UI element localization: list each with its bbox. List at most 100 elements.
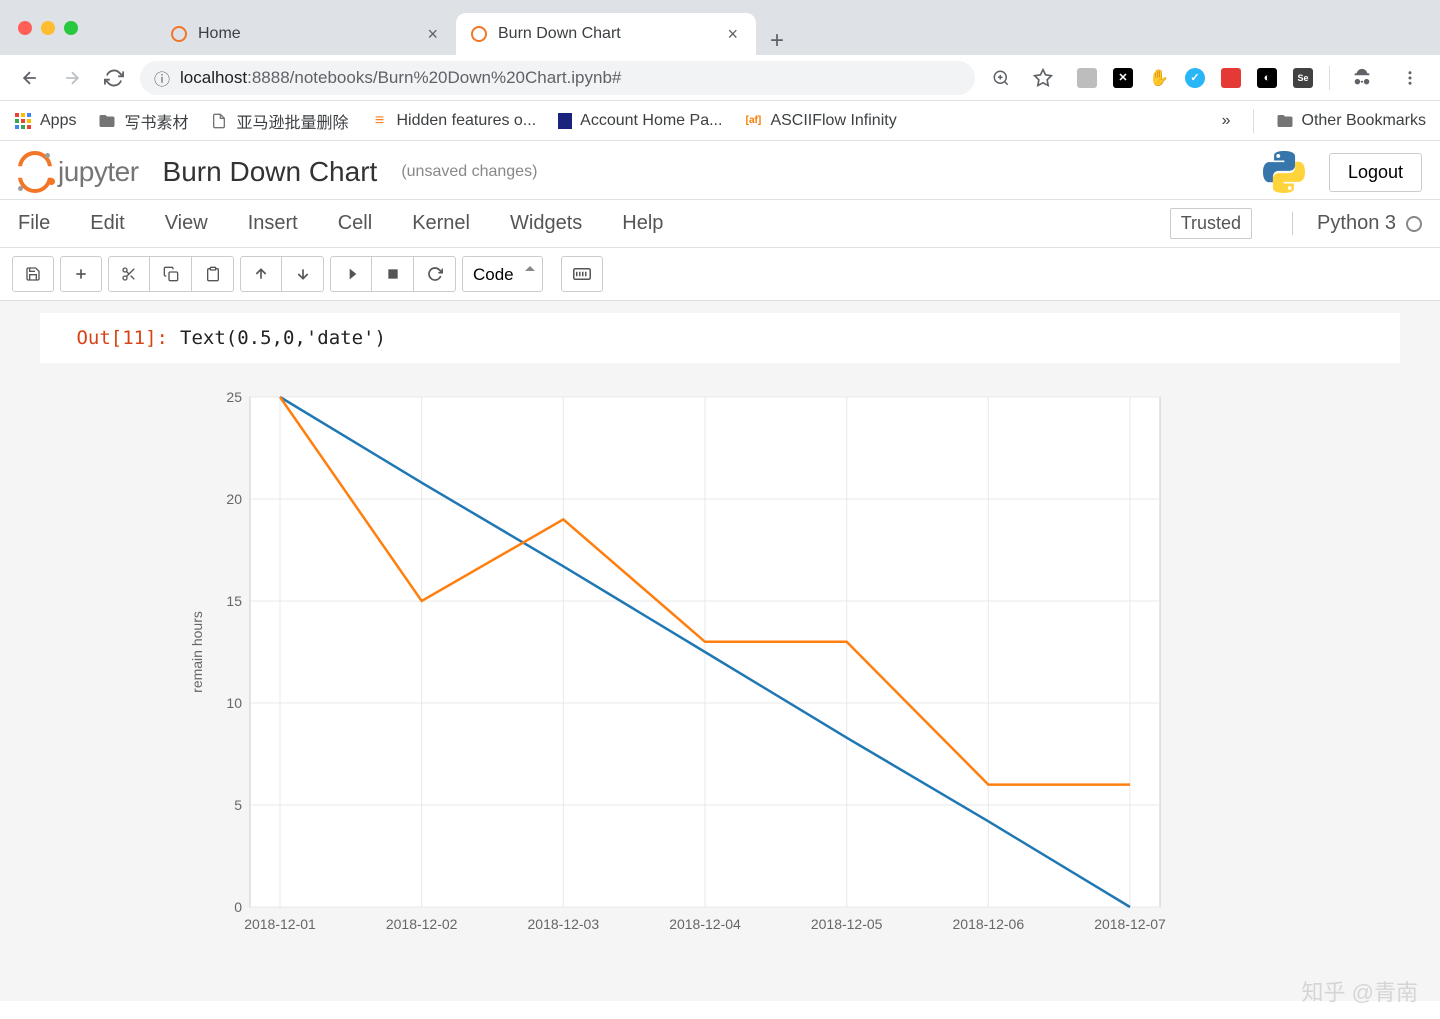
save-button[interactable] <box>12 256 54 292</box>
notebook-title[interactable]: Burn Down Chart <box>163 156 378 188</box>
jupyter-logo-text: jupyter <box>58 156 139 188</box>
extension-icon[interactable]: ✓ <box>1185 68 1205 88</box>
command-palette-button[interactable] <box>561 256 603 292</box>
extension-icon[interactable]: ✕ <box>1113 68 1133 88</box>
svg-text:2018-12-03: 2018-12-03 <box>528 916 600 932</box>
zoom-icon[interactable] <box>985 62 1017 94</box>
extension-icon[interactable]: Se <box>1293 68 1313 88</box>
output-cell[interactable]: Out[11]: Text(0.5,0,'date') <box>40 313 1400 363</box>
new-tab-button[interactable]: + <box>756 27 798 55</box>
bookmark-item[interactable]: 亚马逊批量删除 <box>210 109 348 133</box>
paste-button[interactable] <box>192 256 234 292</box>
extension-icon[interactable] <box>1221 68 1241 88</box>
burndown-chart: 0 5 10 15 20 25 2018-12-01 2018-12-02 2018-12-03… <box>180 387 1200 947</box>
svg-text:20: 20 <box>226 491 242 507</box>
tab-strip: Home × Burn Down Chart × + <box>156 0 798 55</box>
divider <box>1253 109 1254 133</box>
svg-text:2018-12-02: 2018-12-02 <box>386 916 458 932</box>
browser-tab-notebook[interactable]: Burn Down Chart × <box>456 13 756 55</box>
url-input[interactable]: ⓘ localhost:8888/notebooks/Burn%20Down%2… <box>140 61 975 95</box>
extension-icon[interactable]: ◐ <box>1257 68 1277 88</box>
stackoverflow-icon: ≡ <box>371 112 389 130</box>
page-icon <box>558 113 572 129</box>
output-prompt: Out[11]: <box>40 321 180 355</box>
url-text: localhost:8888/notebooks/Burn%20Down%20C… <box>180 68 621 88</box>
trusted-badge[interactable]: Trusted <box>1170 208 1252 239</box>
kernel-indicator[interactable]: Python 3 <box>1292 212 1422 235</box>
menu-kernel[interactable]: Kernel <box>412 212 470 235</box>
other-bookmarks[interactable]: Other Bookmarks <box>1276 112 1426 130</box>
svg-text:2018-12-04: 2018-12-04 <box>669 916 741 932</box>
menu-widgets[interactable]: Widgets <box>510 212 582 235</box>
bookmarks-bar: Apps 写书素材 亚马逊批量删除 ≡ Hidden features o...… <box>0 101 1440 141</box>
site-info-icon[interactable]: ⓘ <box>154 66 170 90</box>
kernel-idle-icon <box>1406 216 1422 232</box>
other-bookmarks-label: Other Bookmarks <box>1302 112 1426 130</box>
bookmark-item[interactable]: ≡ Hidden features o... <box>371 112 537 130</box>
logout-button[interactable]: Logout <box>1329 153 1422 192</box>
output-text: Text(0.5,0,'date') <box>180 321 1400 355</box>
asciiflow-icon: [af] <box>744 112 762 130</box>
add-cell-button[interactable] <box>60 256 102 292</box>
bookmark-item[interactable]: 写书素材 <box>98 109 188 133</box>
tab-close-icon[interactable]: × <box>723 22 742 47</box>
menu-cell[interactable]: Cell <box>338 212 372 235</box>
cut-button[interactable] <box>108 256 150 292</box>
bookmark-label: 写书素材 <box>124 109 188 133</box>
menu-bar: File Edit View Insert Cell Kernel Widget… <box>0 200 1440 248</box>
bookmark-star-icon[interactable] <box>1027 62 1059 94</box>
jupyter-logo-icon <box>18 155 52 189</box>
tab-close-icon[interactable]: × <box>423 22 442 47</box>
close-window-icon[interactable] <box>18 21 32 35</box>
svg-text:2018-12-05: 2018-12-05 <box>811 916 883 932</box>
maximize-window-icon[interactable] <box>64 21 78 35</box>
address-bar: ⓘ localhost:8888/notebooks/Burn%20Down%2… <box>0 55 1440 101</box>
apps-button[interactable]: Apps <box>14 112 76 130</box>
window-controls <box>18 21 78 35</box>
svg-text:25: 25 <box>226 389 242 405</box>
kernel-name-label: Python 3 <box>1317 212 1396 235</box>
apps-icon <box>14 112 32 130</box>
jupyter-favicon-icon <box>170 25 188 43</box>
reload-button[interactable] <box>98 62 130 94</box>
svg-text:2018-12-01: 2018-12-01 <box>244 916 316 932</box>
svg-text:5: 5 <box>234 797 242 813</box>
extension-icon[interactable] <box>1077 68 1097 88</box>
cell-type-select-wrap: Code <box>462 256 543 292</box>
menu-insert[interactable]: Insert <box>248 212 298 235</box>
incognito-icon[interactable] <box>1346 62 1378 94</box>
bookmarks-overflow[interactable]: » <box>1222 112 1231 130</box>
tab-title: Home <box>198 25 413 43</box>
folder-icon <box>1276 112 1294 130</box>
svg-text:10: 10 <box>226 695 242 711</box>
browser-chrome: Home × Burn Down Chart × + ⓘ localhost:8… <box>0 0 1440 141</box>
svg-text:15: 15 <box>226 593 242 609</box>
apps-label: Apps <box>40 112 76 130</box>
run-button[interactable] <box>330 256 372 292</box>
bookmark-item[interactable]: [af] ASCIIFlow Infinity <box>744 112 896 130</box>
folder-icon <box>98 112 116 130</box>
notebook-status: (unsaved changes) <box>401 163 537 181</box>
interrupt-button[interactable] <box>372 256 414 292</box>
extensions-area: ✕ ✋ ✓ ◐ Se <box>1077 62 1426 94</box>
move-up-button[interactable] <box>240 256 282 292</box>
menu-edit[interactable]: Edit <box>90 212 124 235</box>
browser-tab-home[interactable]: Home × <box>156 13 456 55</box>
copy-button[interactable] <box>150 256 192 292</box>
minimize-window-icon[interactable] <box>41 21 55 35</box>
svg-text:0: 0 <box>234 899 242 915</box>
bookmark-item[interactable]: Account Home Pa... <box>558 112 722 130</box>
jupyter-logo[interactable]: jupyter <box>18 155 139 189</box>
forward-button[interactable] <box>56 62 88 94</box>
cell-type-select[interactable]: Code <box>462 256 543 292</box>
move-down-button[interactable] <box>282 256 324 292</box>
menu-icon[interactable] <box>1394 62 1426 94</box>
back-button[interactable] <box>14 62 46 94</box>
extension-icon[interactable]: ✋ <box>1149 68 1169 88</box>
menu-view[interactable]: View <box>165 212 208 235</box>
menu-file[interactable]: File <box>18 212 50 235</box>
restart-button[interactable] <box>414 256 456 292</box>
svg-text:2018-12-07: 2018-12-07 <box>1094 916 1166 932</box>
menu-help[interactable]: Help <box>622 212 663 235</box>
bookmark-label: Account Home Pa... <box>580 112 722 130</box>
